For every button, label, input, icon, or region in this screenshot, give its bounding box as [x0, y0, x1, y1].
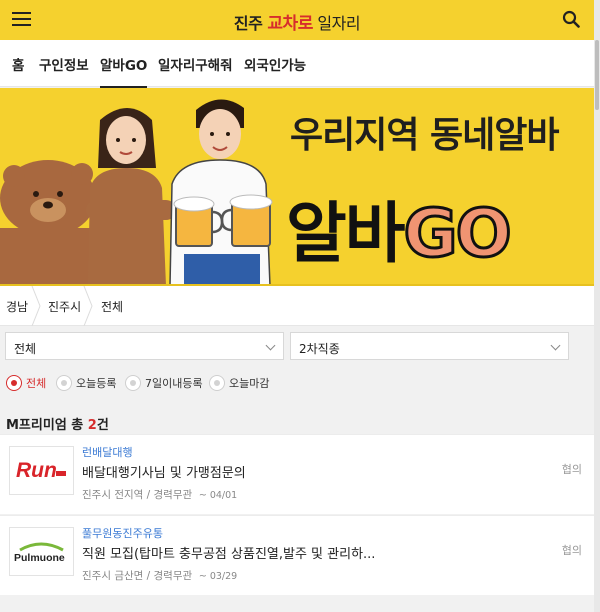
filter-panel: 전체 2차직종 전체 오늘등록 7일이내등록 오늘마감 — [0, 326, 594, 406]
subcategory-select-value: 2차직종 — [299, 342, 340, 356]
radio-dot-icon — [125, 375, 141, 391]
breadcrumb-area[interactable]: 전체 — [101, 298, 123, 315]
premium-suffix: 건 — [96, 418, 109, 433]
promo-banner[interactable]: 우리지역 동네알바 알바GO — [0, 88, 594, 286]
job-location: 진주시 금산면 / 경력무관 — [82, 570, 193, 582]
radio-within-7-days[interactable]: 7일이내등록 — [125, 375, 203, 391]
premium-count: 2 — [87, 418, 97, 433]
site-logo[interactable]: 진주 교차로 일자리 — [0, 9, 594, 34]
job-pay: 협의 — [561, 544, 582, 557]
radio-today-registered-label: 오늘등록 — [76, 377, 117, 390]
chevron-right-icon — [31, 286, 41, 326]
banner-headline: 알바GO — [286, 180, 513, 276]
premium-prefix: M프리미엄 총 — [6, 418, 88, 433]
search-icon[interactable] — [562, 10, 580, 28]
radio-within-7-days-label: 7일이내등록 — [145, 377, 203, 390]
tab-home[interactable]: 홈 — [12, 54, 24, 74]
radio-today-registered[interactable]: 오늘등록 — [56, 375, 116, 391]
job-title[interactable]: 배달대행기사님 및 가맹점문의 — [82, 462, 246, 481]
radio-closing-today[interactable]: 오늘마감 — [209, 375, 269, 391]
company-logo: Pulmuone — [9, 527, 74, 576]
brand-city: 진주 — [233, 14, 268, 33]
tab-find-me-a-job[interactable]: 일자리구해줘 — [158, 54, 233, 74]
job-location: 진주시 전지역 / 경력무관 — [82, 489, 193, 501]
page: 진주 교차로 일자리 홈 구인정보 알바GO 일자리구해줘 외국인가능 우리지역… — [0, 0, 600, 612]
banner-headline-go: GO — [402, 194, 513, 274]
subcategory-select[interactable]: 2차직종 — [290, 332, 569, 360]
category-select[interactable]: 전체 — [5, 332, 284, 360]
radio-all-label: 전체 — [26, 377, 47, 390]
category-select-value: 전체 — [14, 342, 37, 356]
company-name[interactable]: 런배달대행 — [82, 444, 133, 460]
scrollbar-thumb[interactable] — [595, 40, 599, 110]
breadcrumb: 경남 진주시 전체 — [0, 286, 594, 326]
radio-dot-icon — [209, 375, 225, 391]
chevron-down-icon — [550, 340, 561, 351]
job-meta: 진주시 전지역 / 경력무관 ~ 04/01 — [82, 487, 237, 502]
job-meta: 진주시 금산면 / 경력무관 ~ 03/29 — [82, 568, 237, 583]
radio-dot-icon — [6, 375, 22, 391]
company-name[interactable]: 풀무원동진주유통 — [82, 525, 163, 541]
tab-foreigners-ok[interactable]: 외국인가능 — [244, 54, 306, 74]
brand-suffix: 일자리 — [312, 14, 361, 33]
tab-job-info[interactable]: 구인정보 — [39, 54, 89, 74]
job-deadline: ~ 03/29 — [198, 571, 238, 582]
radio-closing-today-label: 오늘마감 — [229, 377, 270, 390]
chevron-right-icon — [83, 286, 93, 326]
scrollbar[interactable] — [594, 0, 600, 612]
brand-name: 교차로 — [267, 14, 313, 34]
tab-alba-go[interactable]: 알바GO — [100, 54, 148, 89]
breadcrumb-region[interactable]: 경남 — [6, 298, 28, 315]
top-bar: 진주 교차로 일자리 — [0, 0, 594, 40]
job-listing[interactable]: Pulmuone 풀무원동진주유통 직원 모집(탑마트 충무공점 상품진열,발주… — [0, 515, 594, 595]
job-title[interactable]: 직원 모집(탑마트 충무공점 상품진열,발주 및 관리하... — [82, 543, 375, 562]
breadcrumb-city[interactable]: 진주시 — [48, 298, 81, 315]
job-listing[interactable]: Run 런배달대행 배달대행기사님 및 가맹점문의 진주시 전지역 / 경력무관… — [0, 434, 594, 514]
banner-headline-prefix: 알바 — [286, 195, 405, 272]
job-pay: 협의 — [561, 463, 582, 476]
radio-all[interactable]: 전체 — [6, 375, 46, 391]
company-logo: Run — [9, 446, 74, 495]
job-deadline: ~ 04/01 — [198, 490, 238, 501]
main-tabs: 홈 구인정보 알바GO 일자리구해줘 외국인가능 — [0, 40, 594, 89]
chevron-down-icon — [265, 340, 276, 351]
premium-section-title: M프리미엄 총 2건 — [6, 414, 109, 433]
banner-slogan: 우리지역 동네알바 — [290, 115, 559, 156]
company-logo-text: Pulmuone — [14, 552, 65, 564]
radio-dot-icon — [56, 375, 72, 391]
company-logo-text: Run — [16, 459, 57, 482]
